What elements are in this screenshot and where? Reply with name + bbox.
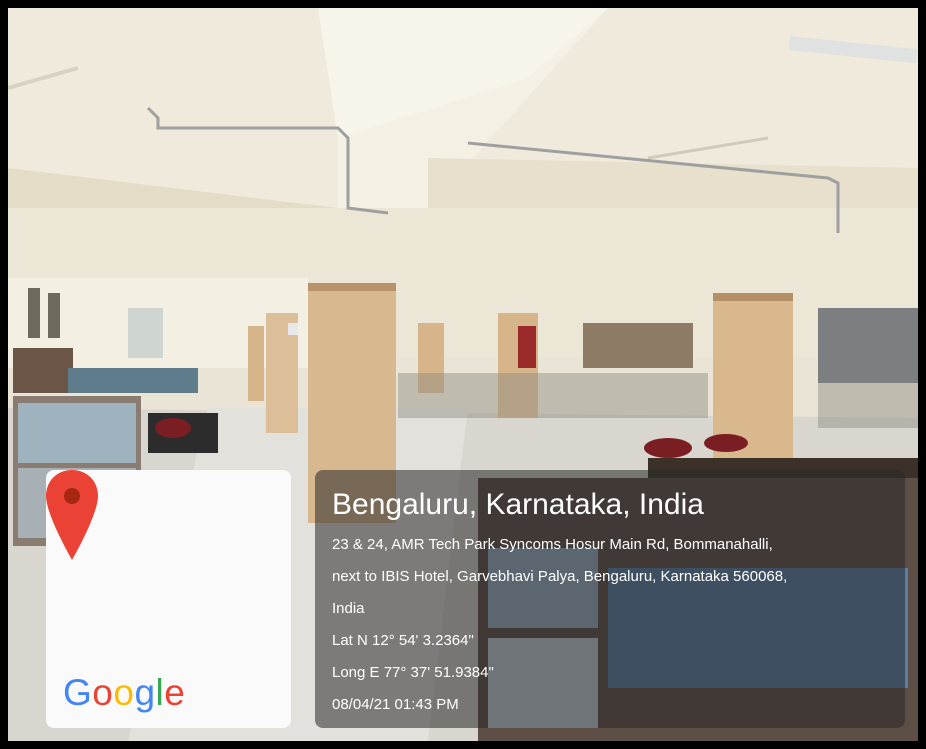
address-line-3: India — [332, 600, 365, 617]
address-line-2: next to IBIS Hotel, Garvebhavi Palya, Be… — [332, 568, 788, 585]
map-card: Google — [46, 470, 291, 728]
google-logo: Google — [63, 672, 186, 713]
city-line: Bengaluru, Karnataka, India — [332, 488, 704, 521]
latitude: Lat N 12° 54' 3.2364" — [332, 632, 474, 649]
address-line-1: 23 & 24, AMR Tech Park Syncoms Hosur Mai… — [332, 536, 773, 553]
library-interior-photo: Google Bengaluru, Karnataka, India 23 & … — [8, 8, 918, 741]
timestamp: 08/04/21 01:43 PM — [332, 696, 459, 713]
location-pin-icon — [46, 470, 98, 560]
geotag-info-panel: Bengaluru, Karnataka, India 23 & 24, AMR… — [315, 470, 905, 728]
longitude: Long E 77° 37' 51.9384" — [332, 664, 494, 681]
photo-frame: Google Bengaluru, Karnataka, India 23 & … — [0, 0, 926, 749]
